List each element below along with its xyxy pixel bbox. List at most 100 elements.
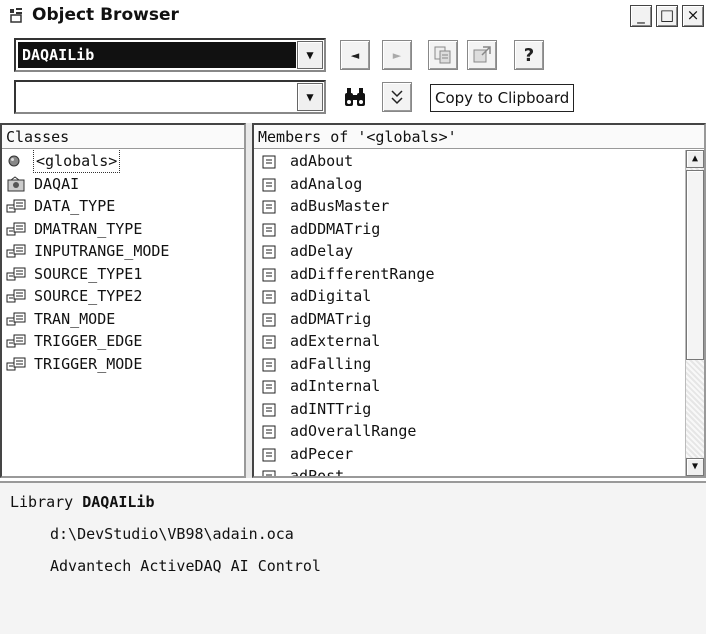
class-item-label: SOURCE_TYPE2 bbox=[34, 287, 143, 305]
class-item[interactable]: DATA_TYPE bbox=[2, 195, 244, 218]
class-item[interactable]: TRIGGER_EDGE bbox=[2, 330, 244, 353]
chevron-down-icon: ▼ bbox=[306, 48, 314, 62]
member-item[interactable]: adDelay bbox=[254, 240, 686, 263]
member-item[interactable]: adPecer bbox=[254, 443, 686, 466]
enum-icon bbox=[6, 356, 28, 372]
members-scrollbar[interactable]: ▲ ▼ bbox=[685, 150, 704, 476]
library-combo[interactable]: DAQAILib ▼ bbox=[14, 38, 326, 72]
member-item[interactable]: adDigital bbox=[254, 285, 686, 308]
enum-icon bbox=[6, 198, 28, 214]
member-item[interactable]: adDMATrig bbox=[254, 308, 686, 331]
member-item[interactable]: adFalling bbox=[254, 353, 686, 376]
class-item[interactable]: DMATRAN_TYPE bbox=[2, 218, 244, 241]
details-path: d:\DevStudio\VB98\adain.oca bbox=[50, 525, 294, 543]
member-item[interactable]: adBusMaster bbox=[254, 195, 686, 218]
member-item[interactable]: adExternal bbox=[254, 330, 686, 353]
search-dropdown-button[interactable]: ▼ bbox=[297, 83, 323, 111]
classes-header: Classes bbox=[2, 125, 244, 149]
scroll-down-button[interactable]: ▼ bbox=[686, 458, 704, 476]
member-item[interactable]: adDifferentRange bbox=[254, 263, 686, 286]
help-icon: ? bbox=[523, 44, 535, 66]
constant-icon bbox=[262, 153, 284, 169]
toggle-search-results-button[interactable] bbox=[382, 82, 412, 112]
details-description: Advantech ActiveDAQ AI Control bbox=[50, 557, 321, 575]
member-item-label: adInternal bbox=[290, 377, 381, 395]
member-item-label: adBusMaster bbox=[290, 197, 390, 215]
close-button[interactable]: × bbox=[682, 5, 704, 27]
class-item[interactable]: INPUTRANGE_MODE bbox=[2, 240, 244, 263]
constant-icon bbox=[262, 198, 284, 214]
maximize-button[interactable]: □ bbox=[656, 5, 678, 27]
title-bar: Object Browser _ □ × bbox=[0, 0, 706, 31]
member-item[interactable]: adAbout bbox=[254, 150, 686, 173]
member-item-label: adDelay bbox=[290, 242, 354, 260]
class-item[interactable]: TRIGGER_MODE bbox=[2, 353, 244, 376]
enum-icon bbox=[6, 288, 28, 304]
class-item[interactable]: TRAN_MODE bbox=[2, 308, 244, 331]
minimize-button[interactable]: _ bbox=[630, 5, 652, 27]
library-combo-value: DAQAILib bbox=[18, 42, 296, 68]
constant-icon bbox=[262, 446, 284, 462]
scroll-up-icon: ▲ bbox=[691, 153, 699, 164]
control-class-icon bbox=[6, 175, 28, 192]
scrollbar-thumb[interactable] bbox=[686, 170, 704, 360]
copy-to-clipboard-button[interactable] bbox=[428, 40, 458, 70]
member-item[interactable]: adINTTrig bbox=[254, 398, 686, 421]
enum-icon bbox=[6, 266, 28, 282]
view-definition-icon bbox=[473, 46, 491, 63]
toolbar: DAQAILib ▼ ▼ ◄ ► ? bbox=[0, 30, 706, 122]
constant-icon bbox=[262, 243, 284, 259]
view-definition-button[interactable] bbox=[467, 40, 497, 70]
member-item[interactable]: adOverallRange bbox=[254, 420, 686, 443]
member-item-label: adAnalog bbox=[290, 174, 363, 193]
globals-icon bbox=[6, 153, 28, 169]
member-item[interactable]: adDDMATrig bbox=[254, 218, 686, 241]
classes-pane: Classes <globals> DAQAI DATA_TYPE DMATRAN_T… bbox=[0, 123, 246, 478]
class-item-label: TRIGGER_EDGE bbox=[34, 332, 143, 350]
member-item-label: adDigital bbox=[290, 287, 372, 305]
search-combo[interactable]: ▼ bbox=[14, 80, 326, 114]
back-arrow-icon: ◄ bbox=[350, 48, 360, 62]
member-item[interactable]: adAnalog bbox=[254, 173, 686, 196]
class-item-label: DAQAI bbox=[34, 174, 80, 193]
constant-icon bbox=[262, 311, 284, 327]
class-item-label: DATA_TYPE bbox=[34, 197, 116, 215]
class-item[interactable]: SOURCE_TYPE1 bbox=[2, 263, 244, 286]
back-button[interactable]: ◄ bbox=[340, 40, 370, 70]
class-item[interactable]: <globals> bbox=[2, 150, 244, 173]
copy-icon bbox=[434, 46, 451, 64]
search-combo-value[interactable] bbox=[18, 84, 296, 110]
enum-icon bbox=[6, 221, 28, 237]
class-item[interactable]: DAQAI bbox=[2, 173, 244, 196]
details-library-line: Library DAQAILib bbox=[10, 493, 155, 511]
constant-icon bbox=[262, 288, 284, 304]
member-item-label: adINTTrig bbox=[290, 399, 372, 418]
member-item-label: adDMATrig bbox=[290, 309, 372, 328]
search-button[interactable] bbox=[340, 82, 370, 112]
class-item[interactable]: SOURCE_TYPE2 bbox=[2, 285, 244, 308]
member-item-label: adDDMATrig bbox=[290, 219, 381, 238]
class-item-label: INPUTRANGE_MODE bbox=[34, 242, 170, 260]
forward-arrow-icon: ► bbox=[392, 48, 402, 62]
copy-to-clipboard-tooltip: Copy to Clipboard bbox=[430, 84, 575, 112]
class-item-label: TRAN_MODE bbox=[34, 309, 116, 328]
member-item[interactable]: adPost bbox=[254, 465, 686, 476]
constant-icon bbox=[262, 401, 284, 417]
enum-icon bbox=[6, 311, 28, 327]
constant-icon bbox=[262, 333, 284, 349]
forward-button[interactable]: ► bbox=[382, 40, 412, 70]
details-library-name: DAQAILib bbox=[82, 493, 155, 511]
member-item[interactable]: adInternal bbox=[254, 375, 686, 398]
details-pane: Library DAQAILib d:\DevStudio\VB98\adain… bbox=[0, 481, 706, 634]
class-item-label: DMATRAN_TYPE bbox=[34, 219, 143, 238]
constant-icon bbox=[262, 176, 284, 192]
library-dropdown-button[interactable]: ▼ bbox=[297, 41, 323, 69]
details-prefix: Library bbox=[10, 493, 74, 511]
members-header: Members of '<globals>' bbox=[254, 125, 704, 149]
scroll-up-button[interactable]: ▲ bbox=[686, 150, 704, 168]
object-browser-icon bbox=[10, 8, 22, 23]
constant-icon bbox=[262, 423, 284, 439]
help-button[interactable]: ? bbox=[514, 40, 544, 70]
constant-icon bbox=[262, 266, 284, 282]
binoculars-icon bbox=[345, 88, 365, 106]
